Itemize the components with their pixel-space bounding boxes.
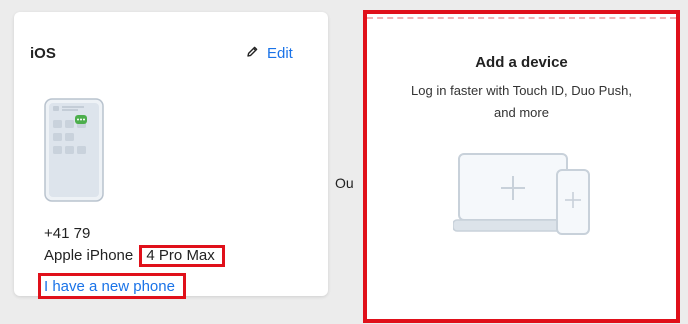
- edit-label: Edit: [267, 45, 293, 62]
- add-device-description: Log in faster with Touch ID, Duo Push, a…: [367, 80, 676, 124]
- phone-number: +41 79: [44, 225, 91, 242]
- card-top-border: [367, 17, 676, 19]
- phone-illustration-icon: [44, 98, 104, 207]
- new-phone-link[interactable]: I have a new phone: [38, 273, 186, 299]
- device-brand: Apple iPhone: [44, 247, 134, 264]
- or-separator: Ou: [335, 175, 354, 191]
- device-name: Apple iPhone 4 Pro Max: [44, 245, 225, 267]
- add-device-title: Add a device: [475, 54, 568, 71]
- edit-button[interactable]: Edit: [246, 45, 293, 62]
- add-device-card[interactable]: Add a device Log in faster with Touch ID…: [363, 10, 680, 323]
- description-text: Log in faster with Touch ID, Duo Push, a…: [411, 83, 632, 120]
- pencil-icon: [246, 45, 259, 62]
- device-model: 4 Pro Max: [139, 245, 225, 267]
- device-platform-title: iOS: [30, 45, 56, 62]
- laptop-and-phone-plus-icon: [452, 150, 593, 245]
